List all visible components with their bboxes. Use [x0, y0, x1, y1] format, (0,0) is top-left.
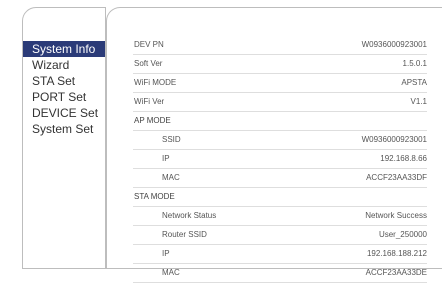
wifi-mode-value: APSTA	[401, 78, 427, 87]
sta-mac-value: ACCF23AA33DE	[365, 268, 427, 277]
wifi-ver-row: WiFi Ver V1.1	[133, 93, 427, 112]
sta-mode-title: STA MODE	[134, 192, 175, 201]
menu-item-port-set[interactable]: PORT Set	[23, 89, 105, 105]
menu-list: System Info Wizard STA Set PORT Set DEVI…	[23, 41, 105, 137]
ap-ssid-value: W0936000923001	[361, 135, 427, 144]
router-ssid-label: Router SSID	[162, 230, 207, 239]
sta-ip-value: 192.168.188.212	[366, 249, 427, 258]
sta-mac-label: MAC	[162, 268, 180, 277]
ap-ssid-label: SSID	[162, 135, 181, 144]
ap-mode-section: AP MODE	[133, 112, 427, 131]
ap-ip-row: IP 192.168.8.66	[133, 150, 427, 169]
router-ssid-row: Router SSID User_250000	[133, 226, 427, 245]
menu-item-device-set[interactable]: DEVICE Set	[23, 105, 105, 121]
ap-mac-row: MAC ACCF23AA33DF	[133, 169, 427, 188]
wifi-ver-value: V1.1	[410, 97, 427, 106]
menu-item-system-set[interactable]: System Set	[23, 121, 105, 137]
ap-mode-title: AP MODE	[134, 116, 171, 125]
system-info-table: DEV PN W0936000923001 Soft Ver 1.5.0.1 W…	[133, 36, 427, 283]
menu-item-system-info[interactable]: System Info	[23, 41, 105, 57]
ap-ip-value: 192.168.8.66	[380, 154, 427, 163]
sta-mode-section: STA MODE	[133, 188, 427, 207]
wifi-mode-label: WiFi MODE	[134, 78, 177, 87]
network-status-value: Network Success	[365, 211, 427, 220]
network-status-row: Network Status Network Success	[133, 207, 427, 226]
ap-ip-label: IP	[162, 154, 170, 163]
dev-pn-label: DEV PN	[134, 40, 164, 49]
ap-mac-label: MAC	[162, 173, 180, 182]
menu-item-sta-set[interactable]: STA Set	[23, 73, 105, 89]
soft-ver-label: Soft Ver	[134, 59, 163, 68]
left-menu-panel: System Info Wizard STA Set PORT Set DEVI…	[22, 7, 106, 269]
wifi-mode-row: WiFi MODE APSTA	[133, 74, 427, 93]
ap-ssid-row: SSID W0936000923001	[133, 131, 427, 150]
network-status-label: Network Status	[162, 211, 217, 220]
sta-mac-row: MAC ACCF23AA33DE	[133, 264, 427, 283]
wifi-ver-label: WiFi Ver	[134, 97, 165, 106]
router-ssid-value: User_250000	[378, 230, 427, 239]
soft-ver-value: 1.5.0.1	[402, 59, 427, 68]
sta-ip-row: IP 192.168.188.212	[133, 245, 427, 264]
menu-item-wizard[interactable]: Wizard	[23, 57, 105, 73]
dev-pn-value: W0936000923001	[361, 40, 427, 49]
soft-ver-row: Soft Ver 1.5.0.1	[133, 55, 427, 74]
dev-pn-row: DEV PN W0936000923001	[133, 36, 427, 55]
sta-ip-label: IP	[162, 249, 170, 258]
ap-mac-value: ACCF23AA33DF	[366, 173, 427, 182]
